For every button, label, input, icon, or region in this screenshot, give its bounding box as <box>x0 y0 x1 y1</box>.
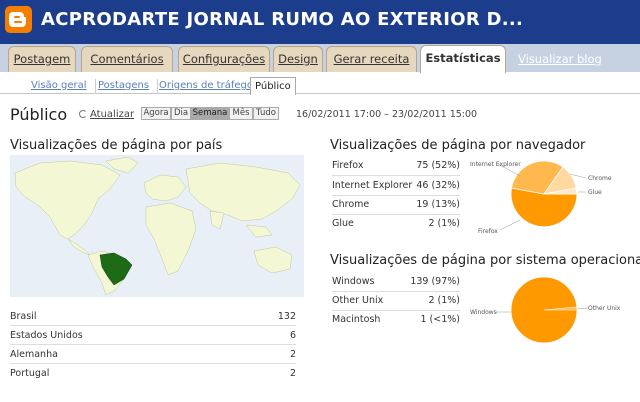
country-value: 2 <box>289 368 296 379</box>
row-divider <box>10 325 296 326</box>
country-value: 132 <box>277 311 296 322</box>
row-divider <box>332 195 460 196</box>
row-divider <box>332 175 460 176</box>
view-blog-link[interactable]: Visualizar blog <box>518 52 602 66</box>
browser-row: Chrome 19 (13%) <box>332 199 460 210</box>
os-pie-chart: Windows Other Unix <box>470 276 621 344</box>
svg-text:Internet Explorer: Internet Explorer <box>470 161 521 168</box>
country-row: Portugal 2 <box>10 368 296 380</box>
browser-row: Glue 2 (1%) <box>332 218 460 229</box>
date-range: 16/02/2011 17:00 – 23/02/2011 15:00 <box>296 109 478 120</box>
country-value: 6 <box>289 330 296 341</box>
os-row: Windows 139 (97%) <box>332 276 460 287</box>
country-name: Estados Unidos <box>10 330 83 341</box>
row-divider <box>332 310 460 311</box>
browser-pie-chart: Internet Explorer Chrome Glue Firefox <box>470 160 612 235</box>
country-name: Alemanha <box>10 349 58 360</box>
country-value: 2 <box>289 349 296 360</box>
tab-comentarios[interactable]: Comentários <box>81 46 173 72</box>
blogger-logo-icon[interactable] <box>5 6 32 33</box>
country-row: Estados Unidos 6 <box>10 330 296 342</box>
tab-design[interactable]: Design <box>273 46 323 72</box>
refresh-icon[interactable] <box>79 110 87 118</box>
subtab-publico[interactable]: Público <box>250 77 296 95</box>
range-mes-button[interactable]: Mês <box>229 107 253 120</box>
subtab-bar <box>0 73 640 94</box>
country-section-title: Visualizações de página por país <box>10 138 223 153</box>
subtab-visao-geral[interactable]: Visão geral <box>31 79 96 94</box>
row-divider <box>332 214 460 215</box>
svg-text:Firefox: Firefox <box>478 228 498 235</box>
refresh-link[interactable]: Atualizar <box>90 109 134 120</box>
browser-row: Internet Explorer 46 (32%) <box>332 180 460 191</box>
country-row: Alemanha 2 <box>10 349 296 361</box>
svg-text:Chrome: Chrome <box>588 175 612 182</box>
row-divider <box>10 363 296 364</box>
subtab-postagens[interactable]: Postagens <box>98 79 159 94</box>
range-tudo-button[interactable]: Tudo <box>253 107 279 120</box>
world-map[interactable] <box>10 155 304 297</box>
browser-row: Firefox 75 (52%) <box>332 160 460 171</box>
svg-text:Other Unix: Other Unix <box>588 305 621 312</box>
country-name: Portugal <box>10 368 50 379</box>
blog-title: ACPRODARTE JORNAL RUMO AO EXTERIOR D... <box>41 9 524 30</box>
tab-postagem[interactable]: Postagem <box>8 46 76 72</box>
svg-text:Glue: Glue <box>588 189 602 196</box>
range-agora-button[interactable]: Agora <box>141 107 171 120</box>
country-row: Brasil 132 <box>10 311 296 323</box>
os-row: Other Unix 2 (1%) <box>332 295 460 306</box>
tab-gerar-receita[interactable]: Gerar receita <box>326 46 417 72</box>
page-title: Público <box>10 105 68 124</box>
country-name: Brasil <box>10 311 37 322</box>
row-divider <box>10 344 296 345</box>
tab-estatisticas[interactable]: Estatísticas <box>420 45 506 73</box>
subtab-origens[interactable]: Origens de tráfego <box>159 79 253 94</box>
svg-text:Windows: Windows <box>470 309 497 316</box>
os-row: Macintosh 1 (<1%) <box>332 314 460 325</box>
tab-configuracoes[interactable]: Configurações <box>178 46 270 72</box>
range-semana-button[interactable]: Semana <box>191 107 229 120</box>
range-dia-button[interactable]: Dia <box>171 107 191 120</box>
row-divider <box>332 291 460 292</box>
